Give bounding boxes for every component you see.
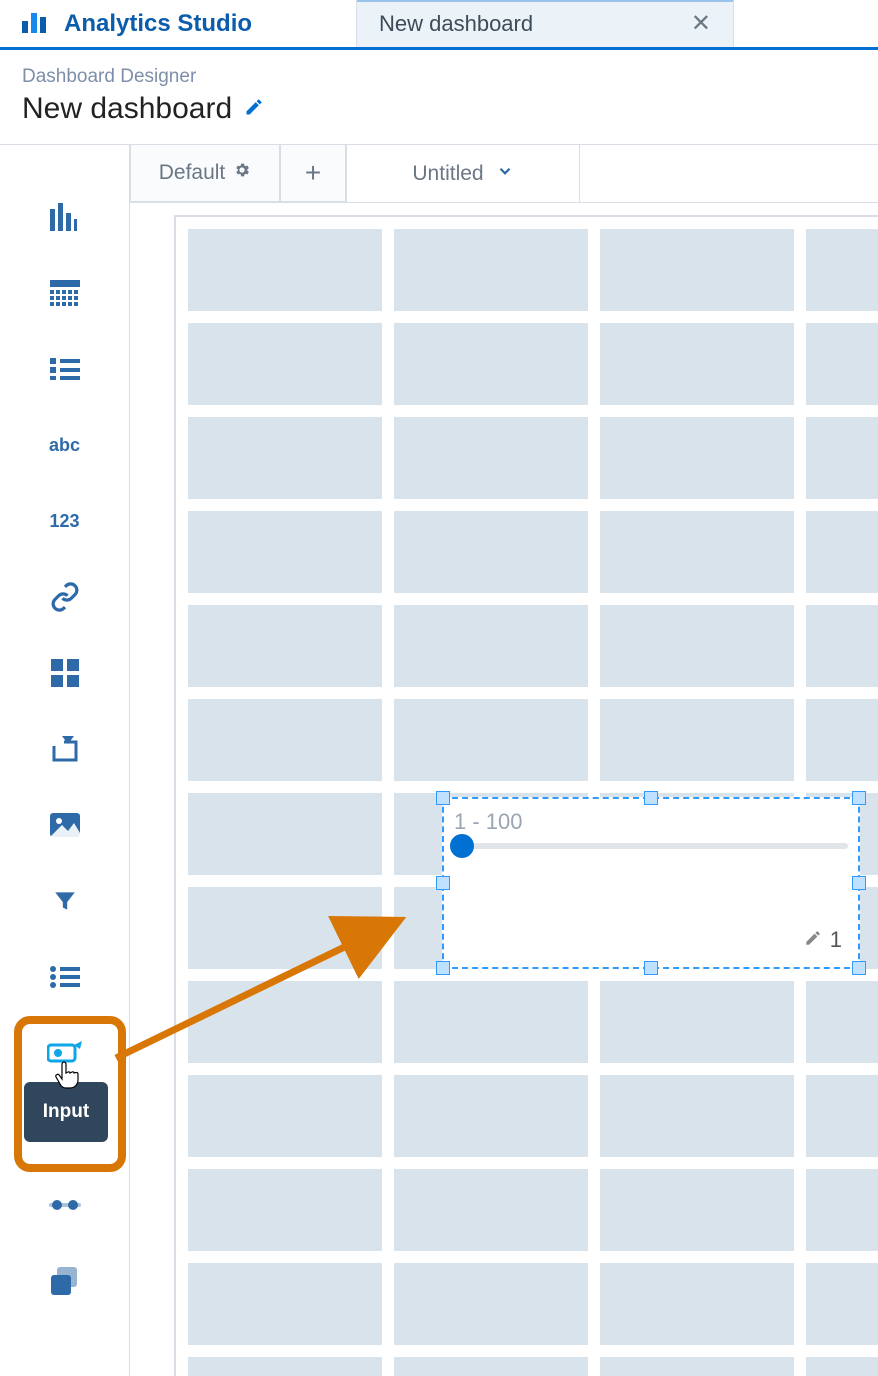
grid-cell[interactable] [394,699,588,781]
grid-cell[interactable] [600,511,794,593]
grid-cell[interactable] [188,1357,382,1376]
tooltip-label: Input [43,1101,89,1123]
analytics-logo-icon [18,5,50,42]
slider-track[interactable] [454,843,848,849]
grid-cell[interactable] [394,417,588,499]
table-widget-icon[interactable] [35,276,95,310]
grid-cell[interactable] [600,1263,794,1345]
input-widget-instance[interactable]: 1 - 100 1 [442,797,860,969]
grid-cell[interactable] [806,229,878,311]
close-icon[interactable]: ✕ [691,9,711,38]
resize-handle[interactable] [644,961,658,975]
number-widget-icon[interactable]: 123 [35,504,95,538]
page-title: New dashboard [22,92,232,126]
grid-cell[interactable] [806,511,878,593]
container-widget-icon[interactable] [35,656,95,690]
grid-cell[interactable] [600,699,794,781]
grid-cell[interactable] [600,981,794,1063]
grid-cell[interactable] [600,1075,794,1157]
grid-cell[interactable] [188,1169,382,1251]
edit-value-icon[interactable] [804,927,822,953]
grid-cell[interactable] [806,605,878,687]
resize-handle[interactable] [436,876,450,890]
grid-cell[interactable] [806,1263,878,1345]
tab-new-dashboard[interactable]: New dashboard ✕ [356,0,734,47]
list-widget-icon[interactable] [35,352,95,386]
slider-thumb[interactable] [450,834,474,858]
grid-cell[interactable] [600,229,794,311]
grid-cell[interactable] [806,1169,878,1251]
image-widget-icon[interactable] [35,808,95,842]
text-widget-icon[interactable]: abc [35,428,95,462]
grid-cell[interactable] [188,605,382,687]
grid-cell[interactable] [188,511,382,593]
grid-cell[interactable] [188,981,382,1063]
grid-cell[interactable] [394,511,588,593]
grid-cell[interactable] [600,323,794,405]
canvas: Default + Untitled [130,145,878,1376]
grid-cell[interactable] [188,793,382,875]
canvas-grid-area[interactable]: 1 - 100 1 [174,215,878,1376]
grid-cell[interactable] [188,699,382,781]
grid-cell[interactable] [394,1169,588,1251]
slider-range-label: 1 - 100 [454,809,848,835]
subheader: Dashboard Designer New dashboard [0,50,878,145]
grid-cell[interactable] [394,229,588,311]
canvas-tabs: Default + Untitled [130,145,878,203]
page-tab-untitled[interactable]: Untitled [346,145,580,202]
app-title: Analytics Studio [64,10,252,38]
chart-widget-icon[interactable] [35,200,95,234]
grid-cell[interactable] [394,1357,588,1376]
page-tab-untitled-label: Untitled [412,162,483,186]
embed-widget-icon[interactable] [35,732,95,766]
grid-cell[interactable] [188,1075,382,1157]
grid-cell[interactable] [806,981,878,1063]
input-tooltip: Input [24,1082,108,1142]
top-bar: Analytics Studio New dashboard ✕ [0,0,878,50]
link-widget-icon[interactable] [35,580,95,614]
resize-handle[interactable] [852,791,866,805]
breadcrumb: Dashboard Designer [22,66,856,88]
add-layout-button[interactable]: + [280,145,346,202]
resize-handle[interactable] [436,791,450,805]
grid-cell[interactable] [188,417,382,499]
workspace: abc 123 12 [0,145,878,1376]
app-brand: Analytics Studio [0,0,356,47]
resize-handle[interactable] [644,791,658,805]
grid-cell[interactable] [806,699,878,781]
layout-tab-default-label: Default [159,161,226,185]
slider-value: 1 [830,927,842,953]
grid-cell[interactable] [600,605,794,687]
grid-cell[interactable] [394,323,588,405]
chevron-down-icon [496,162,514,186]
grid-cell[interactable] [188,229,382,311]
resize-handle[interactable] [436,961,450,975]
grid-cell[interactable] [806,1075,878,1157]
stack-widget-icon[interactable] [35,1264,95,1298]
grid-cell[interactable] [188,887,382,969]
grid-cell[interactable] [600,417,794,499]
grid-cell[interactable] [188,1263,382,1345]
bullet-list-widget-icon[interactable] [35,960,95,994]
resize-handle[interactable] [852,961,866,975]
grid-cell[interactable] [806,1357,878,1376]
gear-icon [233,161,251,185]
grid-cell[interactable] [394,1263,588,1345]
edit-title-icon[interactable] [244,97,264,122]
layout-tab-default[interactable]: Default [130,145,280,202]
grid-cell[interactable] [394,605,588,687]
grid-cell[interactable] [806,323,878,405]
grid-cell[interactable] [600,1169,794,1251]
widget-palette: abc 123 12 [0,145,130,1376]
resize-handle[interactable] [852,876,866,890]
input-widget-icon[interactable] [35,1036,95,1070]
grid-cell[interactable] [806,417,878,499]
grid-cell[interactable] [188,323,382,405]
grid-cell[interactable] [600,1357,794,1376]
grid-cell[interactable] [394,1075,588,1157]
filter-widget-icon[interactable] [35,884,95,918]
tab-label: New dashboard [379,11,533,37]
range-widget-icon[interactable] [35,1188,95,1222]
grid-cell[interactable] [394,981,588,1063]
